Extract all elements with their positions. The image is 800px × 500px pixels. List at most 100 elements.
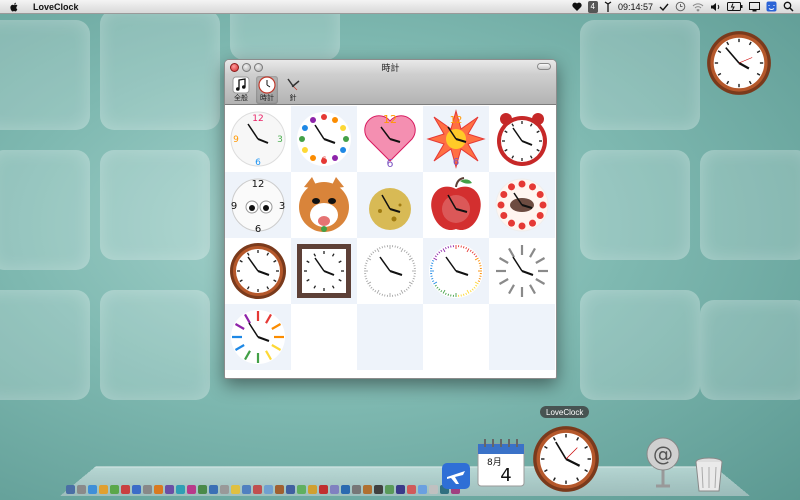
calendar-app-icon[interactable]: 8月 4 [476,436,526,488]
wifi-icon[interactable] [692,1,704,13]
dock-app-icon[interactable] [88,485,97,494]
battery-icon[interactable] [727,1,743,13]
dock-app-icon[interactable] [231,485,240,494]
dock-app-icon[interactable] [110,485,119,494]
empty-slot [423,304,489,370]
clock-style-brown-wood-round[interactable] [225,238,291,304]
dock-app-icon[interactable] [187,485,196,494]
clock-style-dotted-rainbow[interactable]: 6 [291,106,357,172]
dock-app-icon[interactable] [286,485,295,494]
finder-face-icon[interactable] [766,1,777,13]
tab-hands-label: 針 [289,95,297,102]
timemachine-icon[interactable] [675,1,686,13]
loveclock-dock-icon[interactable] [532,425,600,493]
dock-app-icon[interactable] [330,485,339,494]
svg-text:9: 9 [231,201,237,212]
svg-text:6: 6 [255,158,261,168]
clock-style-crescent-moon[interactable] [357,172,423,238]
gray-bars-clock-icon [495,244,549,298]
dock-app-icon[interactable] [374,485,383,494]
gray-ticks-clock-icon [363,244,417,298]
trash-icon[interactable] [694,457,724,493]
menubar-clock[interactable]: 09:14:57 [618,1,653,13]
dock-app-icon[interactable] [242,485,251,494]
dock-app-icon[interactable] [143,485,152,494]
dock-app-icon[interactable] [220,485,229,494]
dock-app-icon[interactable] [385,485,394,494]
dock-app-icon[interactable] [198,485,207,494]
preferences-toolbar: 全般 時計 針 [225,74,556,105]
clock-style-strawberry-cake[interactable] [489,172,555,238]
tab-clock-label: 時計 [260,95,274,102]
dock-app-icon[interactable] [121,485,130,494]
dock-app-icon[interactable] [99,485,108,494]
dock-app-icon[interactable] [297,485,306,494]
svg-text:6: 6 [321,156,327,166]
mail-at-icon[interactable]: @ [640,436,686,488]
dock-app-icon[interactable] [352,485,361,494]
antenna-icon[interactable] [604,1,612,13]
dock-app-icon[interactable] [132,485,141,494]
clock-style-brown-square[interactable] [291,238,357,304]
spotlight-icon[interactable] [783,1,794,13]
dock-app-icon[interactable] [308,485,317,494]
pink-heart-clock-icon: 12 6 [364,113,416,169]
dock-app-icon[interactable] [165,485,174,494]
tab-hands[interactable]: 針 [282,76,304,104]
strawberry-cake-clock-icon [495,178,549,232]
svg-text:6: 6 [255,224,261,235]
dock-app-icon[interactable] [418,485,427,494]
clock-style-red-apple[interactable] [423,172,489,238]
svg-text:3: 3 [277,135,283,145]
clock-style-pink-heart[interactable]: 12 6 [357,106,423,172]
empty-slot [357,304,423,370]
shiba-dog-clock-icon [299,177,349,232]
svg-text:12: 12 [252,179,265,190]
toolbar-toggle-button[interactable] [537,63,551,70]
clock-style-colorful-numbers[interactable]: 12 3 6 9 [225,106,291,172]
heart-icon[interactable] [571,1,582,13]
tab-general[interactable]: 全般 [230,76,252,104]
tab-clock[interactable]: 時計 [256,76,278,104]
clock-style-gray-ticks[interactable] [357,238,423,304]
svg-text:6: 6 [453,157,459,168]
dock-app-icon[interactable] [396,485,405,494]
apple-icon[interactable] [10,2,19,12]
eyes-clock-icon: 12 3 6 9 [231,178,285,235]
volume-icon[interactable] [710,1,721,13]
clock-style-rainbow-rays[interactable] [225,304,291,370]
window-titlebar[interactable]: 時計 [225,60,556,74]
crescent-moon-clock-icon [369,188,412,230]
dock-app-icon[interactable] [363,485,372,494]
app-menu-name[interactable]: LoveClock [33,2,79,12]
dock-app-icon[interactable] [209,485,218,494]
clock-style-rainbow-ticks[interactable] [423,238,489,304]
dock-app-icon[interactable] [66,485,75,494]
desktop-clock-widget[interactable] [706,30,772,96]
dock-app-icon[interactable] [319,485,328,494]
dock-app-icon[interactable] [264,485,273,494]
dock-app-icon[interactable] [407,485,416,494]
svg-text:3: 3 [279,201,285,212]
music-note-icon [232,76,250,94]
clock-style-shiba-dog[interactable] [291,172,357,238]
clock-style-red-alarm[interactable] [489,106,555,172]
space-number-badge[interactable]: 4 [587,0,598,13]
airplane-app-icon[interactable] [441,462,471,490]
clock-style-eyes[interactable]: 12 3 6 9 [225,172,291,238]
dock-app-icon[interactable] [154,485,163,494]
colorful-numbers-clock-icon: 12 3 6 9 [230,111,286,168]
dock-app-icon[interactable] [429,485,438,494]
clock-style-gray-bars[interactable] [489,238,555,304]
calendar-day: 4 [500,465,511,486]
dock-app-icon[interactable] [275,485,284,494]
dock-app-icon[interactable] [253,485,262,494]
bluetooth-check-icon[interactable] [659,1,669,13]
dock-app-icon[interactable] [77,485,86,494]
hands-icon [287,78,300,91]
display-icon[interactable] [749,1,760,13]
clock-style-star-burst[interactable]: 12 6 [423,106,489,172]
rainbow-rays-clock-icon [231,310,285,364]
dock-app-icon[interactable] [176,485,185,494]
dock-app-icon[interactable] [341,485,350,494]
